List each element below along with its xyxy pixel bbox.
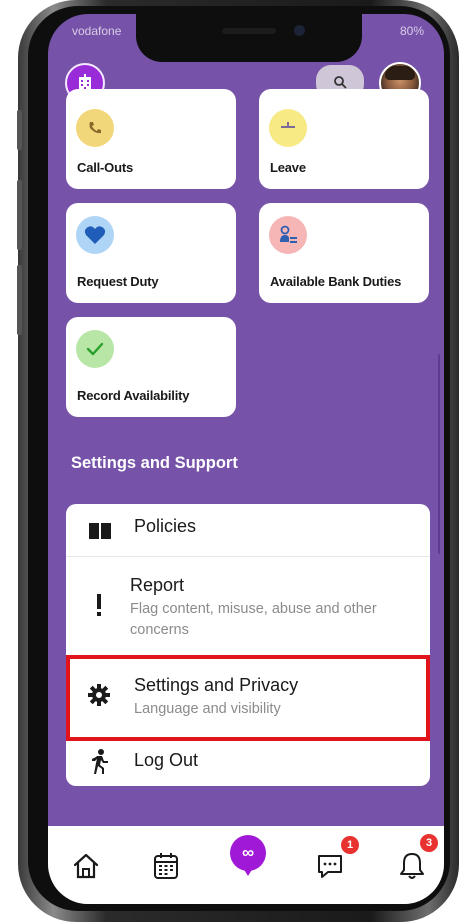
bottom-nav: ∞ 1 3 bbox=[48, 826, 444, 904]
card-label: Request Duty bbox=[77, 274, 159, 289]
card-label: Call-Outs bbox=[77, 160, 133, 175]
search-icon bbox=[334, 76, 347, 89]
home-icon bbox=[73, 853, 99, 879]
nav-notifications[interactable] bbox=[392, 846, 432, 886]
exclamation-icon bbox=[90, 593, 108, 617]
infinity-icon[interactable]: ∞ bbox=[230, 835, 266, 871]
row-title: Log Out bbox=[134, 750, 199, 770]
calendar-icon bbox=[154, 853, 178, 879]
row-title: Report bbox=[130, 575, 185, 595]
heart-icon bbox=[76, 216, 114, 254]
messages-badge: 1 bbox=[341, 836, 359, 854]
record-availability-card[interactable]: Record Availability bbox=[66, 317, 236, 417]
avatar-hair bbox=[385, 66, 415, 80]
bell-icon bbox=[400, 853, 424, 879]
settings-panel: Policies Report Flag content, misuse, ab… bbox=[66, 504, 430, 786]
available-bank-duties-card[interactable]: Available Bank Duties bbox=[259, 203, 429, 303]
scrollbar[interactable] bbox=[438, 354, 440, 554]
phone-side-button bbox=[17, 110, 22, 150]
row-title: Policies bbox=[134, 516, 197, 536]
section-title: Settings and Support bbox=[71, 454, 238, 472]
check-icon bbox=[76, 330, 114, 368]
bubble-tail bbox=[243, 868, 253, 876]
call-outs-card[interactable]: Call-Outs bbox=[66, 89, 236, 189]
battery-level: 80% bbox=[399, 24, 424, 38]
nav-home[interactable] bbox=[66, 846, 106, 886]
report-row[interactable]: Report Flag content, misuse, abuse and o… bbox=[66, 557, 430, 655]
phone-notch bbox=[136, 14, 362, 62]
nav-calendar[interactable] bbox=[146, 846, 186, 886]
app-screen: vodafone 80% Call-Outs Leave Request Dut… bbox=[48, 14, 444, 904]
card-label: Available Bank Duties bbox=[270, 274, 402, 289]
row-subtitle: Flag content, misuse, abuse and other co… bbox=[130, 601, 377, 638]
center-symbol: ∞ bbox=[241, 843, 255, 862]
leave-card[interactable]: Leave bbox=[259, 89, 429, 189]
carrier-label: vodafone bbox=[72, 24, 122, 38]
phone-side-button bbox=[17, 180, 22, 250]
running-person-icon bbox=[86, 748, 112, 776]
beach-icon bbox=[269, 109, 307, 147]
front-camera bbox=[294, 25, 305, 36]
card-label: Leave bbox=[270, 160, 306, 175]
people-icon bbox=[269, 216, 307, 254]
book-icon bbox=[86, 518, 114, 542]
request-duty-card[interactable]: Request Duty bbox=[66, 203, 236, 303]
notifications-badge: 3 bbox=[420, 834, 438, 852]
speaker-grille bbox=[222, 28, 276, 34]
policies-row[interactable]: Policies bbox=[66, 504, 430, 556]
chat-icon bbox=[318, 855, 342, 878]
phone-icon bbox=[76, 109, 114, 147]
log-out-row[interactable]: Log Out bbox=[66, 740, 430, 786]
phone-side-button bbox=[17, 265, 22, 335]
highlight-box bbox=[66, 655, 430, 741]
card-label: Record Availability bbox=[77, 388, 190, 403]
